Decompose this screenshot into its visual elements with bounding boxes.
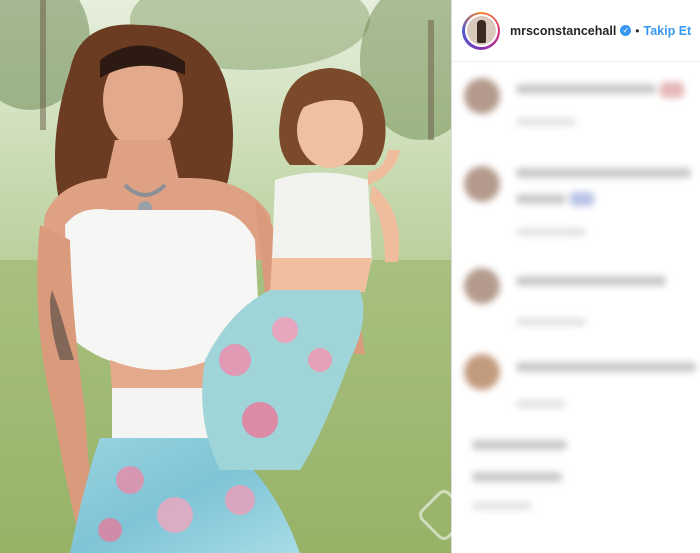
comment-text <box>516 168 691 178</box>
post-photo[interactable] <box>0 0 451 553</box>
comment-avatar <box>464 354 500 390</box>
post-header: mrsconstancehall ✓ • Takip Et <box>452 0 700 62</box>
avatar <box>464 14 498 47</box>
comment-avatar <box>464 78 500 114</box>
comment-avatar <box>464 166 500 202</box>
comment-text <box>516 84 656 94</box>
emoji <box>570 192 594 206</box>
comment-text <box>516 276 666 286</box>
comment-text <box>472 472 562 482</box>
comment-meta <box>516 400 566 408</box>
comment-text <box>516 362 696 372</box>
verified-badge-icon: ✓ <box>620 25 632 36</box>
story-ring[interactable] <box>462 11 500 50</box>
comment-meta <box>516 318 586 326</box>
comment-meta <box>472 502 532 510</box>
separator-dot: • <box>635 23 640 38</box>
comments-section-blurred <box>452 62 700 553</box>
post-sidebar: mrsconstancehall ✓ • Takip Et <box>452 0 700 553</box>
comment-text <box>516 194 566 204</box>
comment-meta <box>516 228 586 236</box>
username-link[interactable]: mrsconstancehall <box>510 24 616 38</box>
emoji <box>660 82 684 98</box>
comment-text <box>472 440 567 450</box>
avatar-image <box>466 16 496 45</box>
comment-avatar <box>464 268 500 304</box>
comment-meta <box>516 118 576 126</box>
follow-button[interactable]: Takip Et <box>644 24 692 38</box>
photo-illustration <box>0 0 451 553</box>
